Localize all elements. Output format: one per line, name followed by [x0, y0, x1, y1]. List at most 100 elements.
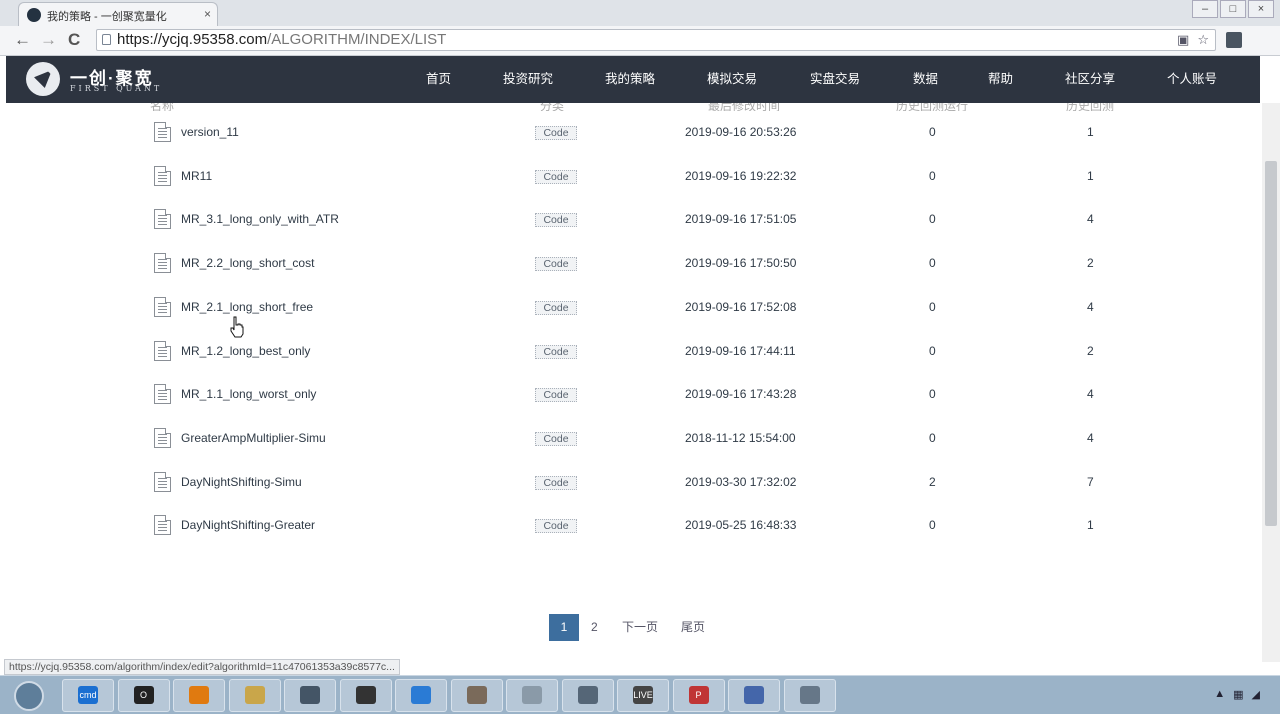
modified-time: 2019-09-16 20:53:26: [685, 125, 797, 139]
strategy-name-link[interactable]: version_11: [181, 125, 239, 139]
header-name[interactable]: 名称: [150, 103, 174, 111]
taskbar-app-icon: [577, 686, 598, 705]
tab-close-icon[interactable]: ×: [204, 7, 211, 21]
minimize-button[interactable]: –: [1192, 0, 1218, 18]
nav-my-strategies[interactable]: 我的策略: [605, 56, 655, 103]
strategy-name-link[interactable]: DayNightShifting-Simu: [181, 475, 302, 489]
nav-paper-trading[interactable]: 模拟交易: [707, 56, 757, 103]
nav-help[interactable]: 帮助: [988, 56, 1013, 103]
taskbar-app-icon: [744, 686, 764, 705]
taskbar-app-button[interactable]: [284, 679, 336, 712]
tray-network-icon[interactable]: ▦: [1233, 688, 1243, 701]
bookmark-star-icon[interactable]: ☆: [1197, 32, 1209, 48]
browser-menu-icon[interactable]: [1226, 32, 1242, 48]
table-row[interactable]: version_11 Code 2019-09-16 20:53:26 0 1: [0, 120, 1260, 164]
backtest-count: 7: [1087, 474, 1094, 489]
file-icon: [154, 515, 171, 536]
hand-cursor-icon: [230, 316, 244, 338]
next-page-link[interactable]: 下一页: [622, 614, 658, 641]
site-logo[interactable]: 一创·聚宽 FIRST QUANT: [26, 62, 176, 98]
taskbar-app-button[interactable]: [506, 679, 558, 712]
taskbar-app-button[interactable]: LIVE: [617, 679, 669, 712]
taskbar-app-button[interactable]: [783, 679, 836, 712]
address-bar[interactable]: https://ycjq.95358.com/ALGORITHM/INDEX/L…: [96, 29, 1216, 51]
table-row[interactable]: DayNightShifting-Greater Code 2019-05-25 1…: [0, 513, 1260, 557]
start-button-icon[interactable]: [14, 681, 44, 711]
site-header: 一创·聚宽 FIRST QUANT 首页 投资研究 我的策略 模拟交易 实盘交易…: [6, 56, 1260, 103]
reload-icon[interactable]: C: [68, 30, 80, 50]
table-row[interactable]: MR_1.2_long_best_only Code 2019-09-16 17:4…: [0, 339, 1260, 383]
nav-live-trading[interactable]: 实盘交易: [810, 56, 860, 103]
table-row[interactable]: MR_2.1_long_short_free Code 2019-09-16 17:…: [0, 295, 1260, 339]
nav-data[interactable]: 数据: [913, 56, 938, 103]
modified-time: 2019-09-16 17:44:11: [685, 343, 796, 358]
strategy-name-link[interactable]: MR11: [181, 169, 212, 183]
maximize-button[interactable]: □: [1220, 0, 1246, 18]
nav-account[interactable]: 个人账号: [1167, 56, 1217, 103]
nav-community[interactable]: 社区分享: [1065, 56, 1115, 103]
backtest-count: 4: [1087, 430, 1094, 445]
file-icon: [154, 296, 171, 317]
back-icon[interactable]: ←: [14, 30, 31, 50]
strategy-name-link[interactable]: MR_3.1_long_only_with_ATR: [181, 212, 339, 226]
table-row[interactable]: MR_3.1_long_only_with_ATR Code 2019-09-16 …: [0, 207, 1260, 251]
table-row[interactable]: MR_2.2_long_short_cost Code 2019-09-16 17:…: [0, 251, 1260, 295]
strategy-name-link[interactable]: MR_1.1_long_worst_only: [181, 387, 316, 401]
page-scrollbar[interactable]: [1262, 103, 1280, 662]
taskbar-app-button[interactable]: [173, 679, 225, 712]
table-row[interactable]: MR11 Code 2019-09-16 19:22:32 0 1: [0, 164, 1260, 208]
header-backtest-running[interactable]: 历史回测运行: [896, 103, 968, 111]
scrollbar-thumb[interactable]: [1265, 161, 1277, 526]
category-badge: Code: [535, 519, 577, 534]
modified-time: 2018-11-12 15:54:00: [685, 430, 796, 445]
backtest-running-count: 0: [929, 387, 936, 402]
browser-toolbar: ← → C https://ycjq.95358.com/ALGORITHM/I…: [0, 26, 1280, 56]
taskbar-app-icon: [466, 686, 487, 705]
backtest-count: 1: [1087, 518, 1094, 533]
strategy-name-link[interactable]: DayNightShifting-Greater: [181, 518, 315, 532]
taskbar-app-button[interactable]: [228, 679, 281, 712]
strategy-name-link[interactable]: GreaterAmpMultiplier-Simu: [181, 431, 326, 445]
tray-arrow-icon[interactable]: ▲: [1214, 688, 1225, 701]
category-badge: Code: [535, 300, 577, 315]
taskbar-app-button[interactable]: P: [672, 679, 725, 712]
nav-research[interactable]: 投资研究: [503, 56, 553, 103]
table-row[interactable]: GreaterAmpMultiplier-Simu Code 2018-11-12 …: [0, 426, 1260, 470]
close-window-button[interactable]: ×: [1248, 0, 1274, 18]
taskbar-app-button[interactable]: [339, 679, 392, 712]
file-icon: [154, 253, 171, 274]
header-backtests[interactable]: 历史回测: [1066, 103, 1114, 111]
translate-icon[interactable]: ▣: [1177, 32, 1189, 48]
category-badge: Code: [535, 475, 577, 490]
taskbar-app-icon: [355, 686, 376, 705]
taskbar-app-button[interactable]: [561, 679, 614, 712]
taskbar-app-button[interactable]: [450, 679, 503, 712]
taskbar-app-button[interactable]: O: [117, 679, 170, 712]
strategy-name-link[interactable]: MR_2.1_long_short_free: [181, 300, 313, 314]
taskbar-app-button[interactable]: cmd: [62, 679, 114, 712]
page-2-link[interactable]: 2: [591, 614, 598, 641]
table-row[interactable]: MR_1.1_long_worst_only Code 2019-09-16 17:…: [0, 382, 1260, 426]
strategy-name-link[interactable]: MR_2.2_long_short_cost: [181, 256, 314, 270]
backtest-running-count: 0: [929, 212, 936, 227]
backtest-count: 4: [1087, 387, 1094, 402]
tray-volume-icon[interactable]: ◢: [1252, 688, 1260, 701]
nav-home[interactable]: 首页: [426, 56, 451, 103]
browser-tab-bar: 我的策略 - 一创聚宽量化 × – □ ×: [0, 0, 1280, 26]
backtest-count: 1: [1087, 168, 1094, 183]
browser-tab[interactable]: 我的策略 - 一创聚宽量化 ×: [18, 2, 218, 26]
modified-time: 2019-05-25 16:48:33: [685, 518, 797, 533]
page-1-button[interactable]: 1: [549, 614, 579, 641]
taskbar-app-button[interactable]: [728, 679, 780, 712]
taskbar-app-icon: [300, 686, 320, 705]
modified-time: 2019-09-16 19:22:32: [685, 168, 797, 183]
file-icon: [154, 122, 171, 142]
table-row[interactable]: DayNightShifting-Simu Code 2019-03-30 17:3…: [0, 470, 1260, 514]
taskbar-app-button[interactable]: [395, 679, 447, 712]
header-modified[interactable]: 最后修改时间: [708, 103, 780, 111]
backtest-running-count: 0: [929, 518, 936, 533]
header-category[interactable]: 分类: [540, 103, 564, 111]
strategy-name-link[interactable]: MR_1.2_long_best_only: [181, 344, 310, 358]
last-page-link[interactable]: 尾页: [681, 614, 705, 641]
forward-icon[interactable]: →: [40, 30, 57, 50]
